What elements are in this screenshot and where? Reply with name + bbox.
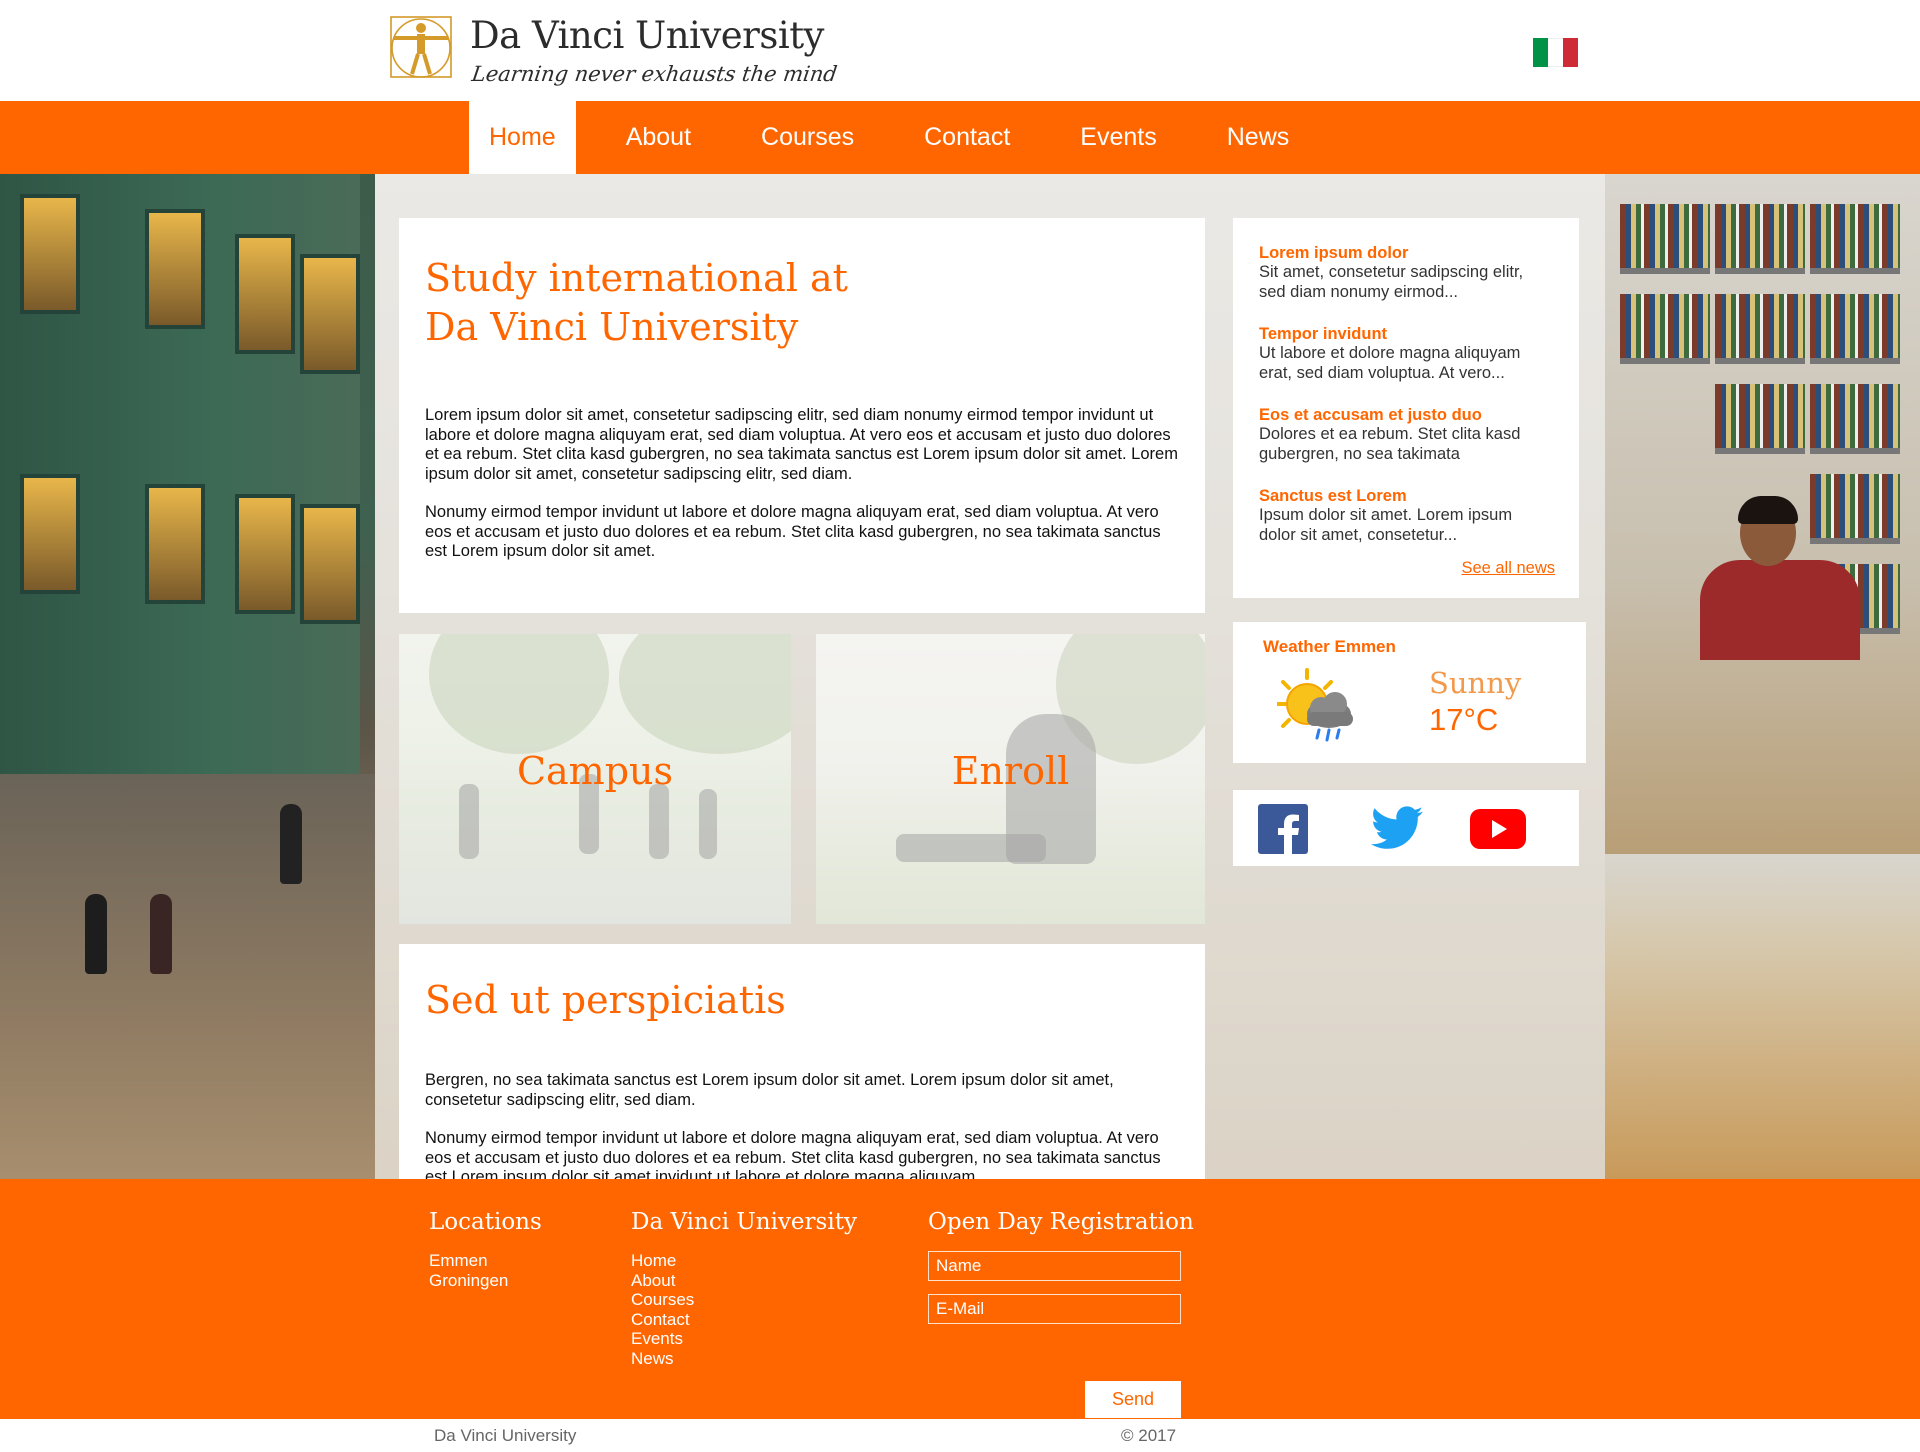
intro-paragraph: Nonumy eirmod tempor invidunt ut labore …	[425, 503, 1161, 560]
bottom-site-name: Da Vinci University	[434, 1426, 577, 1445]
weather-widget: Weather Emmen Sunny 17°C	[1233, 622, 1586, 763]
name-field[interactable]	[928, 1251, 1181, 1281]
news-item-title[interactable]: Eos et accusam et justo duo	[1259, 406, 1553, 425]
weather-temperature: 17°C	[1429, 702, 1499, 737]
logo[interactable]: Da Vinci University Learning never exhau…	[388, 12, 839, 92]
social-links	[1233, 790, 1579, 866]
footer-location-link[interactable]: Emmen	[429, 1251, 542, 1271]
news-item-text: Dolores et ea rebum. Stet clita kasd gub…	[1259, 425, 1521, 463]
site-footer: Locations Emmen Groningen Da Vinci Unive…	[0, 1179, 1920, 1419]
logo-title: Da Vinci University	[470, 14, 824, 57]
send-button[interactable]: Send	[1085, 1381, 1181, 1418]
intro-title-line-2: Da Vinci University	[425, 305, 799, 349]
atrium-photo	[0, 174, 375, 1179]
news-item-title[interactable]: Tempor invidunt	[1259, 325, 1553, 344]
footer-university-title: Da Vinci University	[631, 1209, 857, 1235]
news-item[interactable]: Lorem ipsum dolor Sit amet, consetetur s…	[1259, 244, 1553, 302]
footer-link-about[interactable]: About	[631, 1271, 857, 1291]
news-item[interactable]: Sanctus est Lorem Ipsum dolor sit amet. …	[1259, 487, 1553, 545]
news-item-text: Ipsum dolor sit amet. Lorem ipsum dolor …	[1259, 506, 1513, 544]
news-item-title[interactable]: Lorem ipsum dolor	[1259, 244, 1553, 263]
enroll-tile[interactable]: Enroll	[816, 634, 1205, 924]
youtube-icon[interactable]	[1470, 809, 1526, 849]
intro-title: Study international at Da Vinci Universi…	[425, 254, 1179, 352]
footer-locations: Locations Emmen Groningen	[429, 1209, 542, 1290]
news-item[interactable]: Eos et accusam et justo duo Dolores et e…	[1259, 406, 1553, 464]
footer-location-link[interactable]: Groningen	[429, 1271, 542, 1291]
campus-tile[interactable]: Campus	[399, 634, 791, 924]
vitruvian-man-logo-icon	[390, 16, 452, 78]
sun-cloud-rain-icon	[1277, 668, 1353, 742]
italian-flag-icon[interactable]	[1533, 38, 1578, 67]
nav-item-news[interactable]: News	[1207, 101, 1310, 174]
footer-link-home[interactable]: Home	[631, 1251, 857, 1271]
intro-card: Study international at Da Vinci Universi…	[399, 218, 1205, 613]
campus-tile-label: Campus	[516, 749, 674, 793]
facebook-icon[interactable]	[1258, 804, 1308, 854]
second-card-title: Sed ut perspiciatis	[425, 978, 786, 1022]
footer-locations-title: Locations	[429, 1209, 542, 1235]
second-card: Sed ut perspiciatis Bergren, no sea taki…	[399, 944, 1205, 1179]
copyright: © 2017	[1121, 1426, 1177, 1445]
intro-paragraph: Lorem ipsum dolor sit amet, consetetur s…	[425, 406, 1178, 483]
open-day-registration-form: Open Day Registration Send	[928, 1209, 1194, 1424]
bottom-bar: Da Vinci University © 2017	[0, 1419, 1920, 1452]
nav-item-home[interactable]: Home	[469, 101, 576, 174]
logo-tagline: Learning never exhausts the mind	[470, 62, 839, 86]
twitter-icon[interactable]	[1371, 806, 1423, 852]
nav-item-courses[interactable]: Courses	[741, 101, 874, 174]
intro-title-line-1: Study international at	[425, 256, 848, 300]
weather-condition: Sunny	[1429, 666, 1522, 700]
news-item-text: Ut labore et dolore magna aliquyam erat,…	[1259, 344, 1521, 382]
footer-link-news[interactable]: News	[631, 1349, 857, 1369]
footer-link-courses[interactable]: Courses	[631, 1290, 857, 1310]
site-header: Da Vinci University Learning never exhau…	[0, 0, 1920, 101]
news-item[interactable]: Tempor invidunt Ut labore et dolore magn…	[1259, 325, 1553, 383]
footer-link-events[interactable]: Events	[631, 1329, 857, 1349]
footer-link-contact[interactable]: Contact	[631, 1310, 857, 1330]
second-card-paragraph: Nonumy eirmod tempor invidunt ut labore …	[425, 1129, 1161, 1179]
news-panel: Lorem ipsum dolor Sit amet, consetetur s…	[1233, 218, 1579, 598]
student-figure	[1690, 496, 1870, 660]
see-all-news-link[interactable]: See all news	[1461, 559, 1555, 578]
main-nav: Home About Courses Contact Events News	[0, 101, 1920, 174]
nav-item-contact[interactable]: Contact	[904, 101, 1030, 174]
registration-title: Open Day Registration	[928, 1209, 1194, 1235]
footer-university-links: Da Vinci University Home About Courses C…	[631, 1209, 857, 1369]
nav-item-events[interactable]: Events	[1060, 101, 1176, 174]
email-field[interactable]	[928, 1294, 1181, 1324]
nav-item-about[interactable]: About	[606, 101, 711, 174]
news-item-title[interactable]: Sanctus est Lorem	[1259, 487, 1553, 506]
second-card-paragraph: Bergren, no sea takimata sanctus est Lor…	[425, 1071, 1114, 1109]
weather-title: Weather Emmen	[1263, 637, 1396, 656]
news-item-text: Sit amet, consetetur sadipscing elitr, s…	[1259, 263, 1524, 301]
enroll-tile-label: Enroll	[951, 749, 1070, 793]
